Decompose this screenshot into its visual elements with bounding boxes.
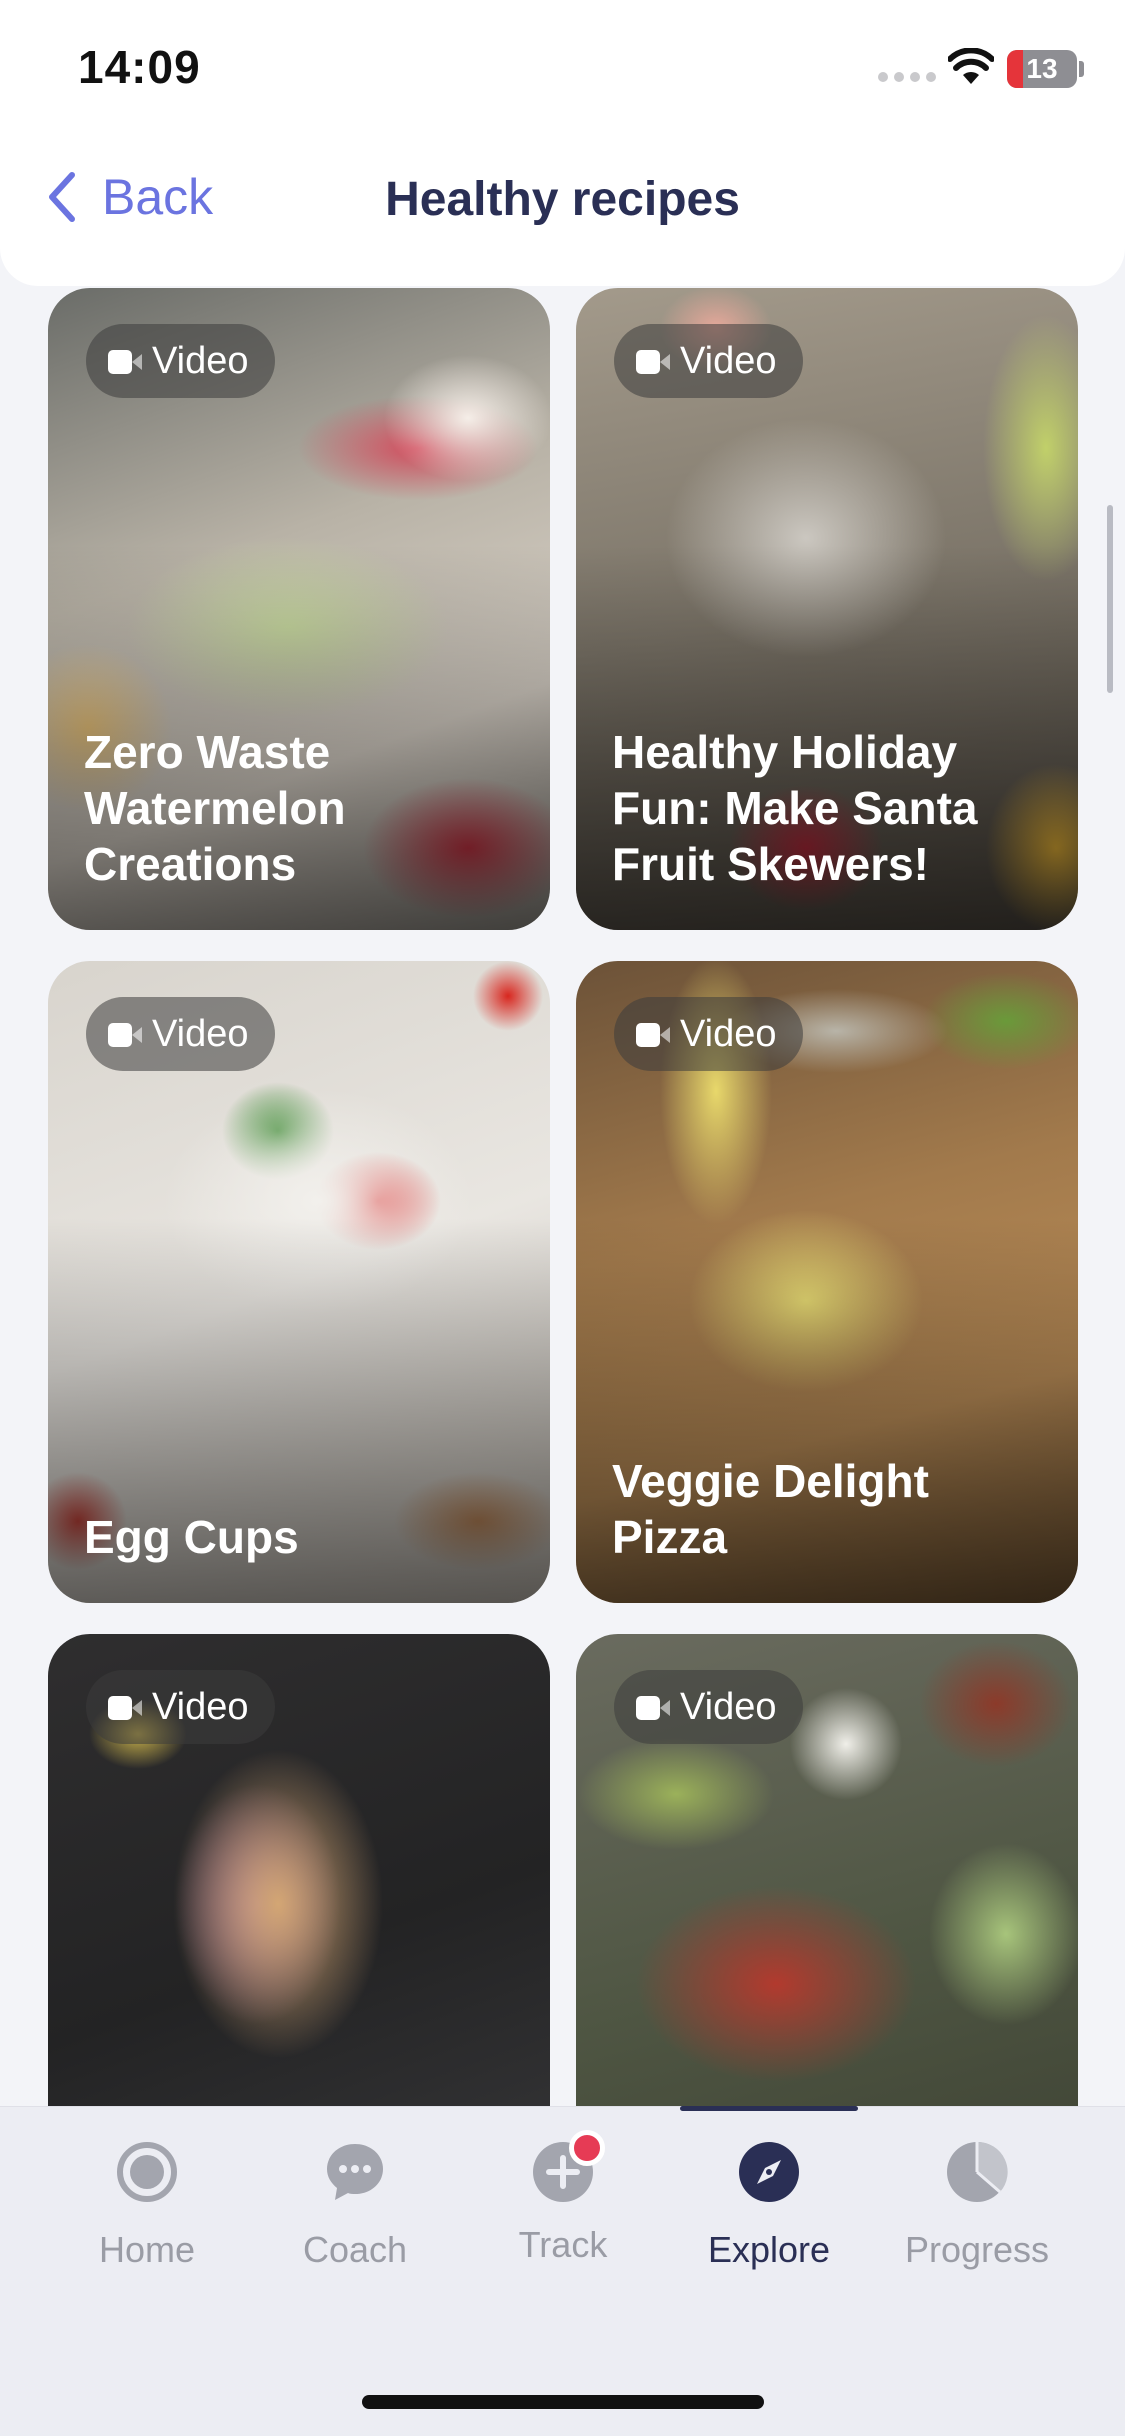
tab-coach[interactable]: Coach: [260, 2140, 450, 2271]
chat-icon: [327, 2144, 383, 2200]
active-tab-indicator: [680, 2106, 858, 2111]
status-bar: 14:09 13: [0, 0, 1125, 140]
video-badge: Video: [614, 324, 803, 398]
video-badge: Video: [86, 1670, 275, 1744]
tab-track[interactable]: Track: [468, 2130, 658, 2266]
recipe-card-santa-skewers[interactable]: Video Healthy Holiday Fun: Make Santa Fr…: [576, 288, 1078, 930]
video-badge: Video: [614, 997, 803, 1071]
video-camera-icon: [108, 1019, 142, 1049]
recipe-card-noodles[interactable]: Video: [48, 1634, 550, 2106]
recipe-grid: Video Zero Waste Watermelon Creations Vi…: [48, 288, 1078, 2106]
signal-icon: [878, 72, 936, 82]
chevron-left-icon: [49, 172, 75, 222]
recipe-title: Veggie Delight Pizza: [612, 1455, 929, 1563]
battery-icon: 13: [1007, 50, 1077, 88]
nav-header: Healthy recipes Back: [0, 140, 1125, 286]
back-button[interactable]: Back: [44, 168, 213, 226]
battery-tip: [1079, 61, 1084, 77]
video-camera-icon: [636, 1019, 670, 1049]
compass-icon: [739, 2142, 799, 2202]
tab-explore[interactable]: Explore: [674, 2140, 864, 2271]
recipe-card-veggie-pizza[interactable]: Video Veggie Delight Pizza: [576, 961, 1078, 1603]
pie-chart-icon: [947, 2141, 1008, 2202]
recipe-card-egg-cups[interactable]: Video Egg Cups: [48, 961, 550, 1603]
back-label: Back: [102, 169, 214, 225]
recipe-title: Egg Cups: [84, 1511, 299, 1563]
recipe-card-avocado[interactable]: Video: [576, 1634, 1078, 2106]
wifi-icon: [948, 48, 994, 84]
home-indicator: [362, 2395, 764, 2409]
scroll-indicator[interactable]: [1107, 505, 1113, 693]
tab-home[interactable]: Home: [52, 2140, 242, 2271]
recipe-card-watermelon[interactable]: Video Zero Waste Watermelon Creations: [48, 288, 550, 930]
home-icon: [117, 2142, 177, 2202]
tab-progress[interactable]: Progress: [882, 2140, 1072, 2271]
video-badge: Video: [86, 997, 275, 1071]
notification-dot: [569, 2130, 605, 2166]
recipe-title: Healthy Holiday Fun: Make Santa Fruit Sk…: [612, 726, 978, 890]
video-camera-icon: [636, 346, 670, 376]
video-camera-icon: [108, 346, 142, 376]
video-badge: Video: [86, 324, 275, 398]
video-camera-icon: [108, 1692, 142, 1722]
status-time: 14:09: [78, 41, 201, 93]
video-camera-icon: [636, 1692, 670, 1722]
video-badge: Video: [614, 1670, 803, 1744]
battery-level: 13: [1026, 53, 1058, 84]
recipe-title: Zero Waste Watermelon Creations: [84, 726, 346, 890]
plus-icon: [531, 2130, 605, 2204]
